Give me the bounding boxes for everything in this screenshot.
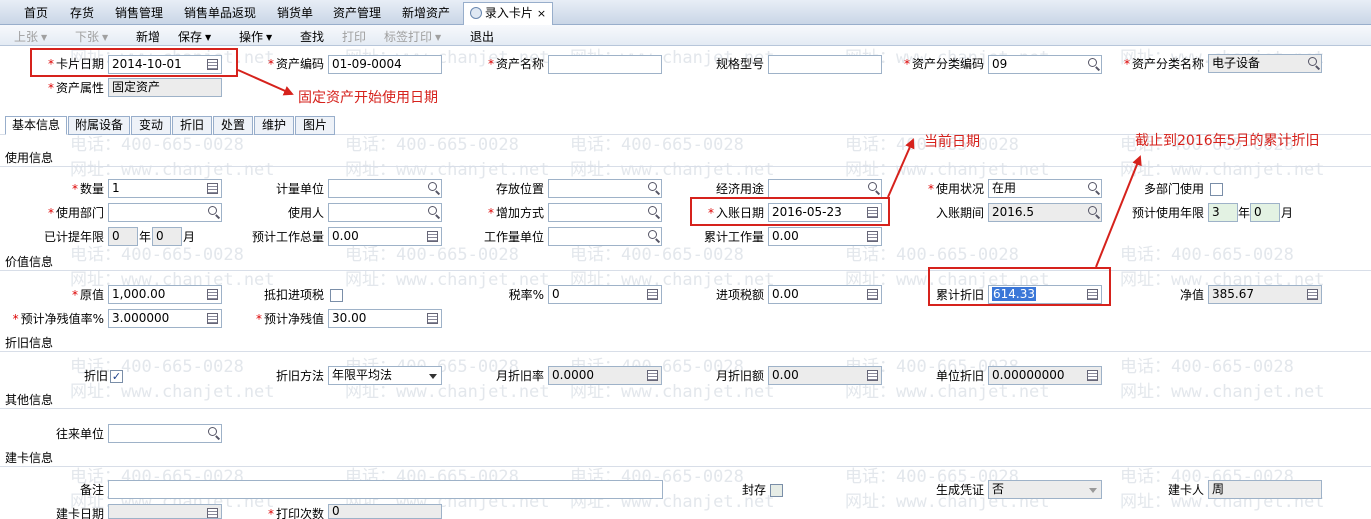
arrow-acc-dep [1095,155,1142,268]
arrow-start-date [237,69,294,96]
arrow-current-date [887,138,915,198]
annotation-arrows [237,69,1142,268]
